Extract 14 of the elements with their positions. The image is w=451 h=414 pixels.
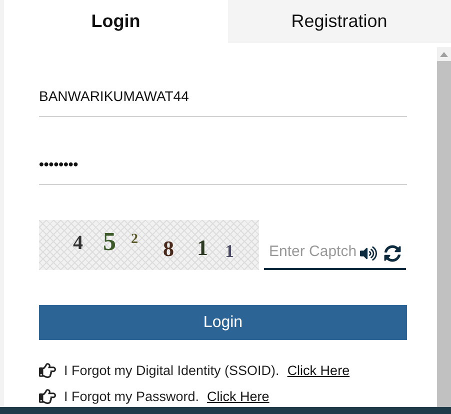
password-field[interactable]: •••••••• [39,143,407,185]
captcha-image: 4 5 2 8 1 1 [39,220,259,270]
pointing-hand-icon [39,362,56,379]
help-text: I Forgot my Digital Identity (SSOID). [64,363,280,378]
refresh-icon[interactable] [384,245,401,262]
click-here-link[interactable]: Click Here [207,389,270,404]
pointing-hand-icon [39,388,56,405]
help-text: I Forgot my Password. [64,389,200,404]
login-button[interactable]: Login [39,305,407,340]
scrollbar[interactable] [437,47,451,407]
tab[interactable]: Login [4,0,228,43]
speaker-icon[interactable] [360,245,377,262]
click-here-link[interactable]: Click Here [287,363,350,378]
username-field[interactable]: BANWARIKUMAWAT44 [39,75,407,117]
